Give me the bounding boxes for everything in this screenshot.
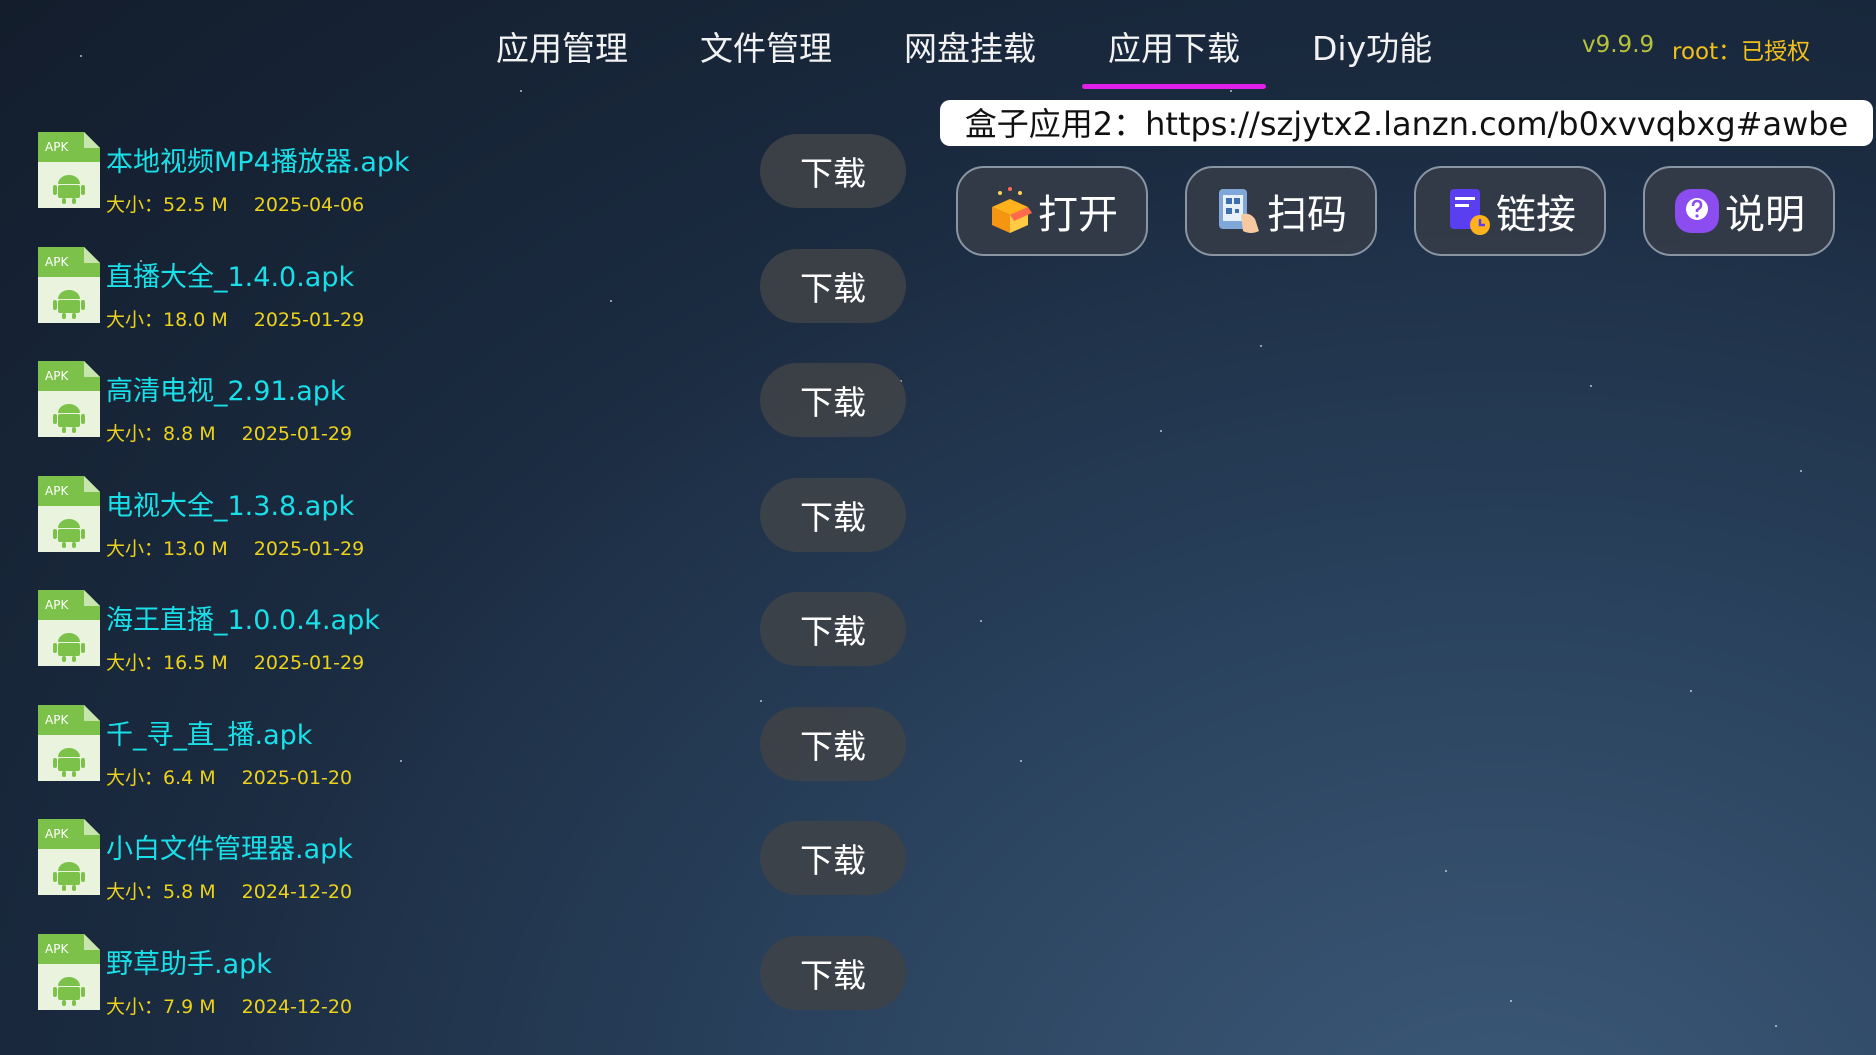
app-name: 本地视频MP4播放器.apk [106, 147, 410, 178]
app-size: 大小：7.9 M [106, 995, 216, 1018]
apk-file-icon: APK [38, 475, 100, 552]
app-meta: 大小：6.4 M 2025-01-20 [106, 763, 352, 790]
download-button[interactable]: 下载 [760, 592, 906, 666]
app-meta: 大小：7.9 M 2024-12-20 [106, 992, 352, 1019]
svg-text:APK: APK [45, 140, 69, 154]
apk-file-icon: APK [38, 819, 100, 895]
app-date: 2025-01-29 [241, 423, 353, 445]
list-item: APK 高清电视_2.91.apk 大小：8.8 M 2025-01-29 下载 [0, 343, 930, 458]
list-item: APK 野草助手.apk 大小：7.9 M 2024-12-20 下载 [0, 916, 930, 1031]
version-label: v9.9.9 [1582, 32, 1655, 58]
top-tab-bar: 应用管理 文件管理 网盘挂载 应用下载 Diy功能 [460, 0, 1468, 92]
tab-app-manage[interactable]: 应用管理 [460, 0, 664, 92]
download-button[interactable]: 下载 [760, 706, 906, 781]
download-button[interactable]: 下载 [760, 248, 906, 323]
apk-file-icon: APK [38, 704, 100, 781]
apk-file-icon: APK [38, 361, 100, 437]
download-button[interactable]: 下载 [760, 477, 906, 552]
app-name: 海王直播_1.0.0.4.apk [106, 605, 380, 636]
help-button[interactable]: 说明 [1643, 166, 1835, 256]
list-item: APK 电视大全_1.3.8.apk 大小：13.0 M 2025-01-29 下… [0, 458, 930, 573]
download-button[interactable]: 下载 [760, 935, 906, 1010]
app-meta: 大小：18.0 M 2025-01-29 [106, 305, 364, 332]
app-size: 大小：5.8 M [106, 881, 216, 903]
root-status: root：已授权 [1672, 39, 1811, 65]
download-button[interactable]: 下载 [760, 363, 906, 437]
list-item: APK 小白文件管理器.apk 大小：5.8 M 2024-12-20 下载 [0, 801, 930, 916]
tab-app-download[interactable]: 应用下载 [1072, 0, 1276, 92]
app-name: 直播大全_1.4.0.apk [106, 261, 355, 293]
app-name: 野草助手.apk [106, 948, 272, 980]
app-date: 2025-04-06 [253, 194, 365, 216]
app-date: 2025-01-29 [253, 652, 365, 674]
help-icon [1675, 189, 1719, 233]
app-size: 大小：16.5 M [106, 652, 228, 674]
app-meta: 大小：8.8 M 2025-01-29 [106, 419, 352, 446]
tab-cloud-mount[interactable]: 网盘挂载 [868, 0, 1072, 92]
app-list: APK 本地视频MP4播放器.apk 大小：52.5 M 2025-04-06 下… [0, 114, 930, 1030]
crescent-moon [1278, 242, 1339, 299]
qr-scan-icon [1219, 189, 1259, 233]
apk-file-icon: APK [38, 132, 100, 208]
svg-text:APK: APK [45, 484, 69, 498]
app-size: 大小：8.8 M [106, 423, 216, 445]
link-button[interactable]: 链接 [1414, 166, 1606, 256]
list-item: APK 海王直播_1.0.0.4.apk 大小：16.5 M 2025-01-29… [0, 572, 930, 687]
app-size: 大小：6.4 M [106, 766, 216, 789]
tab-file-manage[interactable]: 文件管理 [664, 0, 868, 92]
app-meta: 大小：13.0 M 2025-01-29 [106, 534, 364, 561]
app-date: 2024-12-20 [241, 995, 353, 1018]
app-date: 2024-12-20 [241, 881, 353, 903]
tab-diy-functions[interactable]: Diy功能 [1276, 0, 1468, 92]
app-meta: 大小：52.5 M 2025-04-06 [106, 190, 364, 217]
svg-text:APK: APK [45, 598, 69, 612]
app-date: 2025-01-29 [253, 537, 365, 560]
list-item: APK 直播大全_1.4.0.apk 大小：18.0 M 2025-01-29 下… [0, 229, 930, 344]
svg-text:APK: APK [45, 713, 69, 727]
download-button[interactable]: 下载 [760, 821, 906, 895]
open-button[interactable]: 打开 [956, 166, 1148, 256]
box-icon [992, 187, 1032, 233]
app-size: 大小：18.0 M [106, 308, 228, 331]
source-url-bar[interactable]: 盒子应用2：https://szjytx2.lanzn.com/b0xvvqbx… [940, 100, 1873, 146]
apk-file-icon: APK [38, 246, 100, 323]
svg-text:APK: APK [45, 255, 69, 269]
apk-file-icon: APK [38, 590, 100, 666]
app-size: 大小：13.0 M [106, 537, 228, 560]
app-meta: 大小：5.8 M 2024-12-20 [106, 877, 352, 904]
link-button-label: 链接 [1496, 192, 1576, 238]
app-size: 大小：52.5 M [106, 194, 228, 216]
open-button-label: 打开 [1038, 192, 1118, 238]
app-name: 电视大全_1.3.8.apk [106, 490, 355, 522]
svg-text:APK: APK [45, 942, 69, 956]
help-button-label: 说明 [1725, 192, 1805, 238]
apk-file-icon: APK [38, 933, 100, 1010]
list-item: APK 千_寻_直_播.apk 大小：6.4 M 2025-01-20 下载 [0, 687, 930, 802]
app-name: 千_寻_直_播.apk [106, 719, 313, 751]
app-name: 小白文件管理器.apk [106, 834, 353, 865]
list-item: APK 本地视频MP4播放器.apk 大小：52.5 M 2025-04-06 下… [0, 114, 930, 229]
download-button[interactable]: 下载 [760, 134, 906, 208]
svg-text:APK: APK [45, 369, 69, 383]
svg-text:APK: APK [45, 827, 69, 841]
scan-button-label: 扫码 [1267, 192, 1347, 238]
app-name: 高清电视_2.91.apk [106, 376, 346, 407]
app-date: 2025-01-29 [253, 308, 365, 331]
app-date: 2025-01-20 [241, 766, 353, 789]
app-meta: 大小：16.5 M 2025-01-29 [106, 648, 364, 675]
link-doc-icon [1450, 189, 1490, 235]
